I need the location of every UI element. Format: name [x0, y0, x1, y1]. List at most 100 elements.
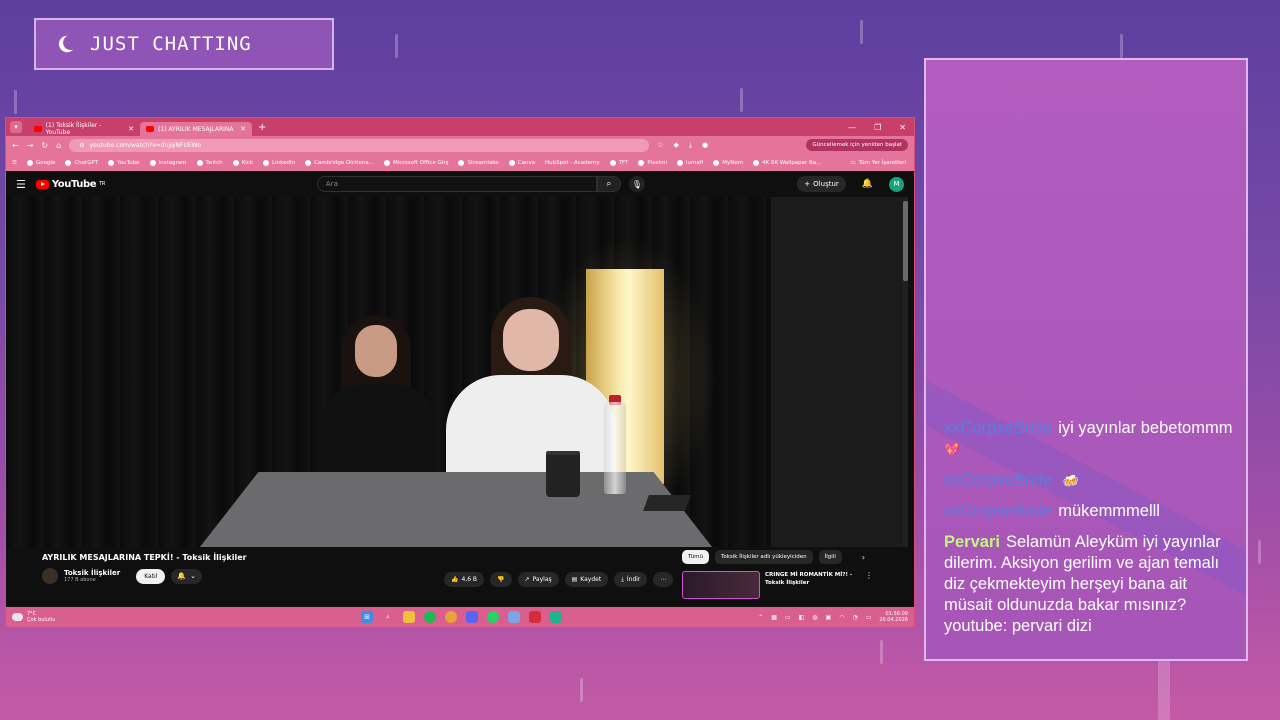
- new-tab-icon[interactable]: +: [258, 122, 266, 133]
- maximize-icon[interactable]: ❐: [874, 123, 881, 132]
- avatar[interactable]: M: [889, 176, 904, 192]
- more-vert-icon[interactable]: ⋮: [865, 571, 873, 599]
- chat-username: xxCorpseBride: [944, 419, 1053, 437]
- more-actions-button[interactable]: ⋯: [653, 572, 674, 587]
- bookmark-item[interactable]: Cambridge Dictiona...: [305, 159, 374, 166]
- extension-icon[interactable]: ◆: [673, 141, 678, 150]
- tab-ayrilik[interactable]: (1) AYRILIK MESAJLARINA ✕: [140, 122, 252, 136]
- volume-icon[interactable]: ◔: [852, 614, 857, 621]
- search-icon[interactable]: ⌕: [382, 611, 394, 623]
- join-button[interactable]: Katıl: [136, 568, 166, 584]
- app-icon[interactable]: [550, 611, 562, 623]
- chat-message: xxCorpseBride iyi yayınlar bebetommm 💖: [944, 418, 1234, 460]
- chevron-right-icon[interactable]: ›: [862, 553, 865, 562]
- update-button[interactable]: Güncellemek için yeniden başlat: [806, 139, 908, 151]
- bookmark-item[interactable]: Canva: [508, 159, 535, 166]
- recommended-thumbnail[interactable]: [682, 571, 760, 599]
- dislike-button[interactable]: 👎: [490, 572, 512, 587]
- bookmark-item[interactable]: LinkedIn: [263, 159, 295, 166]
- youtube-logo[interactable]: YouTube TR: [35, 179, 105, 190]
- tab-search-icon[interactable]: ▾: [10, 121, 22, 133]
- bookmark-item[interactable]: lumafi: [677, 159, 703, 166]
- back-icon[interactable]: ←: [12, 141, 19, 150]
- channel-avatar[interactable]: [42, 568, 58, 584]
- forward-icon[interactable]: →: [27, 141, 34, 150]
- weather-widget[interactable]: 7°C Çok bulutlu: [12, 611, 55, 623]
- apps-icon[interactable]: ☰: [12, 160, 17, 166]
- bookmark-icon: [149, 159, 156, 166]
- bookmark-item[interactable]: ChatGPT: [65, 159, 98, 166]
- subscribe-bell-button[interactable]: 🔔 ⌄: [171, 568, 202, 584]
- voice-search-button[interactable]: 🎙: [628, 176, 645, 192]
- file-explorer-icon[interactable]: [403, 611, 415, 623]
- create-button[interactable]: + Oluştur: [797, 176, 846, 192]
- bookmark-label: Kick: [241, 159, 253, 166]
- like-button[interactable]: 👍 4,6 B: [444, 572, 485, 587]
- menu-icon[interactable]: ☰: [16, 178, 26, 191]
- bookmark-item[interactable]: Google: [26, 159, 55, 166]
- close-window-icon[interactable]: ✕: [899, 123, 906, 132]
- close-tab-icon[interactable]: ✕: [128, 125, 134, 133]
- recommended-title[interactable]: CRINGE Mİ ROMANTİK Mİ?! - Toksik İlişkil…: [765, 571, 860, 599]
- address-bar-row: ← → ↻ ⌂ ⚙ youtube.com/watch?v=dnjqiNFUEW…: [6, 136, 914, 154]
- whatsapp-icon[interactable]: [487, 611, 499, 623]
- bookmark-item[interactable]: Instagram: [149, 159, 187, 166]
- home-icon[interactable]: ⌂: [56, 141, 61, 150]
- bookmark-item[interactable]: HubSpot - Academy: [545, 160, 600, 166]
- scrollbar-thumb[interactable]: [903, 201, 908, 281]
- cheers-emoji: 🍻: [1062, 473, 1079, 488]
- tray-icon[interactable]: ◧: [799, 614, 805, 621]
- recommended-video[interactable]: CRINGE Mİ ROMANTİK Mİ?! - Toksik İlişkil…: [682, 571, 873, 599]
- bookmark-item[interactable]: TFT: [609, 159, 628, 166]
- chrome-icon[interactable]: [445, 611, 457, 623]
- search-input[interactable]: Ara: [316, 176, 597, 192]
- site-info-icon[interactable]: ⚙: [79, 142, 84, 149]
- profile-icon[interactable]: ●: [702, 141, 708, 150]
- battery-icon[interactable]: ▭: [866, 614, 872, 621]
- url-field[interactable]: ⚙ youtube.com/watch?v=dnjqiNFUEWo: [69, 138, 650, 152]
- video-player[interactable]: [6, 197, 908, 547]
- chevron-up-icon[interactable]: ⌃: [758, 614, 763, 621]
- bookmark-label: 4K 8K Wallpaper Ba...: [762, 159, 822, 166]
- moon-icon: [58, 35, 74, 53]
- channel-name[interactable]: Toksik İlişkiler: [64, 569, 120, 577]
- app-icon[interactable]: [508, 611, 520, 623]
- clock[interactable]: 01:56:09 26.04.2026: [879, 611, 908, 623]
- bookmark-item[interactable]: 4K 8K Wallpaper Ba...: [753, 159, 822, 166]
- tab-toksik[interactable]: (1) Toksik İlişkiler - YouTube ✕: [28, 122, 140, 136]
- start-icon[interactable]: ⊞: [361, 611, 373, 623]
- bookmark-star-icon[interactable]: ☆: [657, 141, 663, 150]
- reload-icon[interactable]: ↻: [41, 141, 48, 150]
- tray-icon[interactable]: ▭: [785, 614, 791, 621]
- chip-all[interactable]: Tümü: [682, 550, 709, 564]
- all-bookmarks[interactable]: ▭ Tüm Yer İşaretleri: [850, 160, 914, 166]
- download-icon[interactable]: ⤓: [689, 141, 692, 150]
- download-button[interactable]: ⤓ İndir: [614, 572, 648, 587]
- spotify-icon[interactable]: [424, 611, 436, 623]
- bookmark-item[interactable]: Kick: [232, 159, 253, 166]
- bookmark-item[interactable]: Pixelmi: [638, 159, 667, 166]
- bookmark-item[interactable]: MyNem: [713, 159, 743, 166]
- tray-icon[interactable]: ▣: [826, 614, 832, 621]
- chat-text: mükemmmelll: [1058, 502, 1160, 520]
- chip-related[interactable]: İlgili: [818, 550, 842, 564]
- notifications-icon[interactable]: 🔔: [862, 179, 873, 189]
- close-tab-icon[interactable]: ✕: [240, 125, 246, 133]
- share-button[interactable]: ↗ Paylaş: [517, 572, 559, 587]
- obs-icon[interactable]: [529, 611, 541, 623]
- search-button[interactable]: ⌕: [596, 176, 621, 192]
- bookmark-item[interactable]: Streamlabs: [458, 159, 499, 166]
- tray-icon[interactable]: ▦: [771, 614, 777, 621]
- bookmark-item[interactable]: Microsoft Office Girş: [383, 159, 448, 166]
- chat-username: Pervari: [944, 533, 1000, 551]
- bookmark-item[interactable]: Twitch: [196, 159, 223, 166]
- page-scrollbar[interactable]: [903, 197, 908, 547]
- bookmark-item[interactable]: YouTube: [108, 159, 140, 166]
- category-label: JUST CHATTING: [90, 33, 252, 55]
- save-button[interactable]: ▤ Kaydet: [564, 572, 609, 587]
- chip-uploader[interactable]: Toksik İlişkiler adlı yükleyiciden: [714, 550, 813, 564]
- mic-icon[interactable]: ◍: [812, 614, 817, 621]
- discord-icon[interactable]: [466, 611, 478, 623]
- minimize-icon[interactable]: —: [848, 123, 856, 132]
- wifi-icon[interactable]: ◠: [839, 614, 844, 621]
